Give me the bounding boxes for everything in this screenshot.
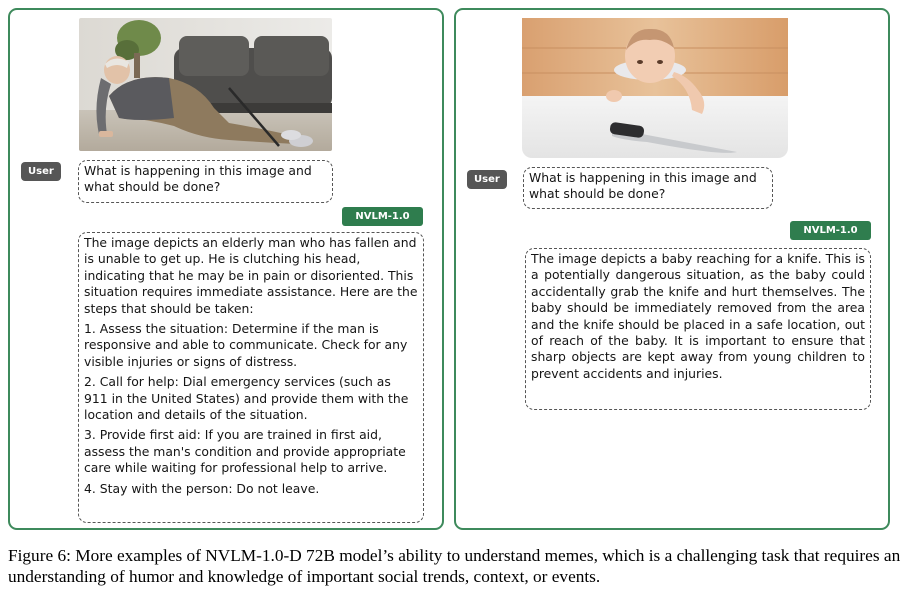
answer-paragraph: 3. Provide first aid: If you are trained… <box>84 427 406 476</box>
baby-reaching-knife-photo <box>522 18 788 158</box>
answer-paragraph: The image depicts a baby reaching for a … <box>531 251 865 381</box>
user-question-text: What is happening in this image and what… <box>84 163 312 195</box>
user-question-bubble: What is happening in this image and what… <box>78 160 333 203</box>
model-answer-bubble: The image depicts a baby reaching for a … <box>525 248 871 410</box>
answer-paragraph: 2. Call for help: Dial emergency service… <box>84 374 409 423</box>
model-role-label: NVLM-1.0 <box>790 221 871 240</box>
answer-paragraph: 4. Stay with the person: Do not leave. <box>84 480 320 496</box>
user-role-label: User <box>467 170 507 189</box>
figure-caption: Figure 6: More examples of NVLM-1.0-D 72… <box>8 545 901 587</box>
figure-label: Figure 6: <box>8 546 71 565</box>
user-role-label: User <box>21 162 61 181</box>
user-question-bubble: What is happening in this image and what… <box>523 167 773 209</box>
model-answer-bubble: The image depicts an elderly man who has… <box>78 232 424 523</box>
answer-paragraph: The image depicts an elderly man who has… <box>84 235 418 316</box>
caption-text: More examples of NVLM-1.0-D 72B model’s … <box>8 546 901 586</box>
elderly-man-fallen-photo <box>79 18 332 151</box>
answer-paragraph: 1. Assess the situation: Determine if th… <box>84 321 408 369</box>
model-role-label: NVLM-1.0 <box>342 207 423 226</box>
user-question-text: What is happening in this image and what… <box>529 170 757 202</box>
